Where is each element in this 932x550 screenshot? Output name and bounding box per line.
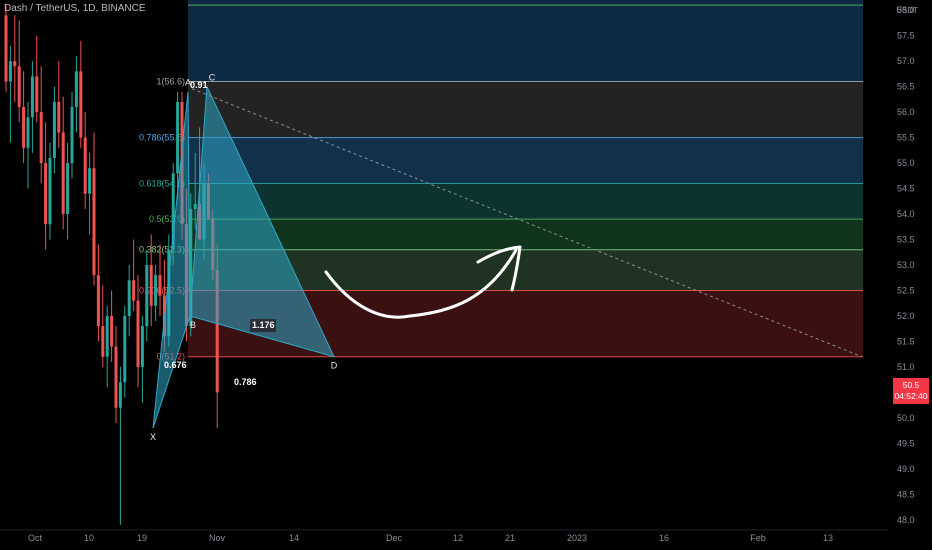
time-tick-label: 14	[289, 533, 299, 543]
candle-body	[101, 326, 105, 357]
price-tick-label: 57.0	[897, 56, 915, 66]
candle-body	[140, 326, 144, 367]
time-tick-label: 16	[659, 533, 669, 543]
price-tick-label: 51.5	[897, 336, 915, 346]
candle-body	[4, 15, 8, 82]
candle-body	[123, 315, 127, 383]
price-tick-label: 54.0	[897, 209, 915, 219]
fib-level-label: 1(56.6)	[156, 77, 185, 87]
candle-body	[52, 101, 56, 158]
time-tick-label: Oct	[28, 533, 43, 543]
price-tick-label: 50.0	[897, 413, 915, 423]
price-tick-label: 54.5	[897, 184, 915, 194]
candle-body	[118, 382, 122, 408]
candle-body	[110, 315, 114, 347]
candle-countdown: 04:52:40	[894, 391, 928, 401]
last-price-tag: 50.5 04:52:40	[893, 378, 929, 404]
candle-body	[13, 61, 17, 67]
price-tick-label: 51.0	[897, 362, 915, 372]
fib-zone-fill	[188, 219, 863, 250]
ratio-label: 0.676	[164, 360, 187, 370]
candle-body	[79, 71, 83, 138]
candle-body	[114, 346, 118, 408]
candle-body	[127, 280, 131, 316]
ratio-label: 0.91	[190, 80, 208, 90]
candle-body	[132, 280, 136, 301]
candle-body	[26, 117, 30, 148]
candle-body	[8, 61, 12, 82]
time-tick-label: 2023	[567, 533, 587, 543]
time-tick-label: Dec	[386, 533, 403, 543]
price-tick-label: 49.0	[897, 464, 915, 474]
symbol-title[interactable]: Dash / TetherUS, 1D, BINANCE	[4, 3, 146, 14]
price-tick-label: 52.5	[897, 285, 915, 295]
last-price-value: 50.5	[902, 380, 920, 390]
time-tick-label: Nov	[209, 533, 226, 543]
candle-body	[92, 168, 96, 276]
price-tick-label: 48.5	[897, 489, 915, 499]
candle-body	[35, 76, 39, 113]
pattern-point-label: X	[150, 432, 156, 442]
fib-zone-fill	[188, 0, 863, 82]
price-tick-label: 53.5	[897, 235, 915, 245]
fib-zone-fill	[188, 183, 863, 220]
time-tick-label: 13	[823, 533, 833, 543]
candle-body	[88, 168, 92, 194]
candle-body	[22, 107, 26, 148]
time-tick-label: 10	[84, 533, 94, 543]
candle-body	[105, 315, 109, 357]
candle-body	[136, 300, 140, 367]
pattern-point-label: C	[209, 73, 216, 83]
chart-canvas[interactable]: 1(56.6)0.786(55.5)0.618(54.6)0.5(53.9)0.…	[0, 0, 932, 550]
price-tick-label: 53.0	[897, 260, 915, 270]
candle-body	[30, 76, 34, 118]
price-tick-label: 52.0	[897, 311, 915, 321]
candle-body	[149, 265, 153, 306]
candle-body	[17, 66, 21, 108]
candle-body	[39, 112, 43, 164]
candle-body	[96, 275, 100, 327]
candle-body	[48, 157, 52, 225]
price-tick-label: 56.0	[897, 107, 915, 117]
candle-body	[158, 275, 162, 296]
candle-body	[154, 275, 158, 306]
fib-zone-fill	[188, 137, 863, 184]
price-tick-label: 57.5	[897, 31, 915, 41]
time-tick-label: 19	[137, 533, 147, 543]
candle-body	[61, 132, 65, 215]
candle-body	[74, 71, 78, 108]
candle-body	[66, 163, 70, 215]
price-tick-label: 49.5	[897, 438, 915, 448]
time-tick-label: 12	[453, 533, 463, 543]
pattern-point-label: D	[331, 361, 338, 371]
time-tick-label: 21	[505, 533, 515, 543]
candle-body	[145, 265, 149, 327]
time-tick-label: Feb	[750, 533, 766, 543]
axis-unit-label: USDT	[896, 6, 918, 15]
ratio-label: 0.786	[234, 377, 257, 387]
pattern-point-label: B	[190, 320, 196, 330]
price-tick-label: 55.0	[897, 158, 915, 168]
ratio-label: 1.176	[252, 320, 275, 330]
price-tick-label: 56.5	[897, 82, 915, 92]
candle-body	[70, 107, 74, 164]
candle-body	[193, 203, 197, 209]
candle-body	[83, 137, 87, 194]
price-tick-label: 48.0	[897, 515, 915, 525]
fib-zone-fill	[188, 81, 863, 138]
price-tick-label: 55.5	[897, 133, 915, 143]
candle-body	[176, 101, 180, 174]
candle-body	[57, 101, 61, 133]
candle-body	[44, 163, 48, 225]
